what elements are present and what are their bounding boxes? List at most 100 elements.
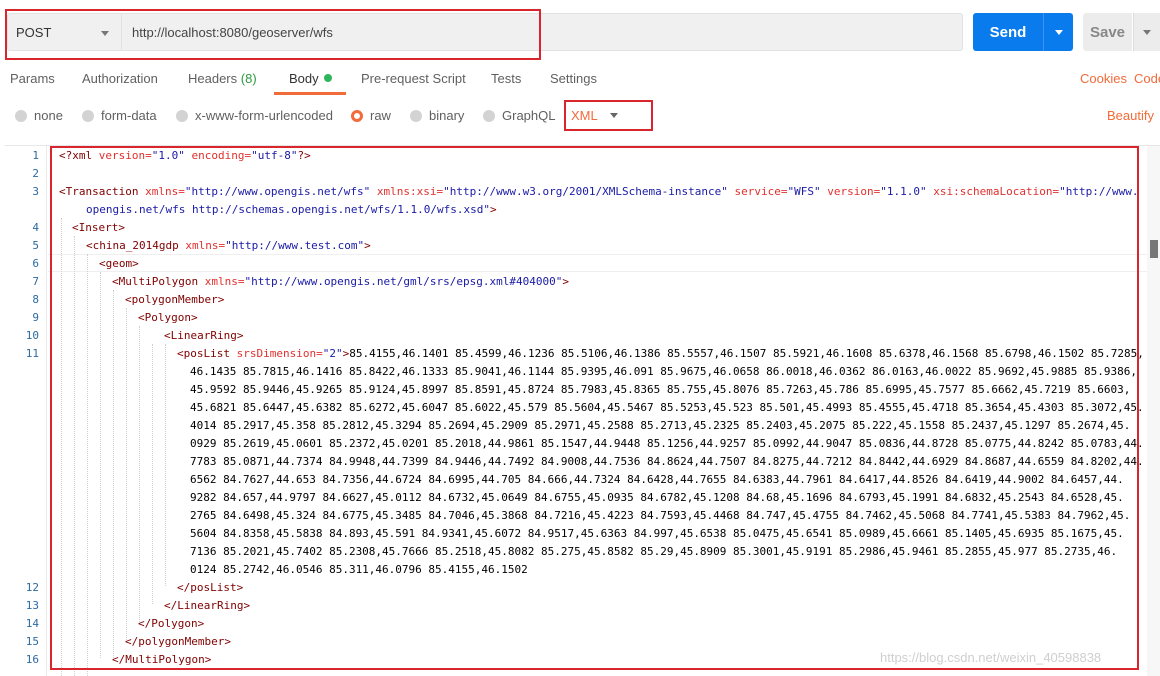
- radio-label: raw: [370, 108, 391, 123]
- tab-label: Pre-request Script: [361, 71, 466, 86]
- radio-label: none: [34, 108, 63, 123]
- indent-guide: [139, 326, 140, 622]
- code-line-polygon-member: <polygonMember>: [125, 293, 225, 306]
- indent-guide: [87, 254, 88, 676]
- code-line-coords: 45.9592 85.9446,45.9265 85.9124,45.8997 …: [190, 383, 1131, 396]
- radio-label: x-www-form-urlencoded: [195, 108, 333, 123]
- tab-params[interactable]: Params: [10, 71, 55, 86]
- radio-none[interactable]: none: [15, 108, 63, 123]
- editor-scrollbar[interactable]: [1147, 146, 1160, 676]
- code-line-polygon-member-close: </polygonMember>: [125, 635, 231, 648]
- tab-headers[interactable]: Headers (8): [188, 71, 257, 86]
- tab-settings[interactable]: Settings: [550, 71, 597, 86]
- cookies-link[interactable]: Cookies: [1080, 71, 1127, 86]
- tab-label: Params: [10, 71, 55, 86]
- indent-guide: [152, 344, 153, 604]
- code-line-xml-declaration: <?xml version="1.0" encoding="utf-8"?>: [59, 149, 311, 162]
- indent-guide: [126, 308, 127, 640]
- line-number: 4: [32, 221, 39, 234]
- method-label: POST: [16, 24, 52, 40]
- tab-authorization[interactable]: Authorization: [82, 71, 158, 86]
- radio-binary[interactable]: binary: [410, 108, 464, 123]
- tab-tests[interactable]: Tests: [491, 71, 521, 86]
- radio-x-www-form-urlencoded[interactable]: x-www-form-urlencoded: [176, 108, 333, 123]
- save-button[interactable]: Save: [1083, 13, 1132, 51]
- indent-guide: [113, 290, 114, 658]
- code-line-coords: 5604 84.8358,45.5838 84.893,45.591 84.93…: [190, 527, 1124, 540]
- code-line-coords: 46.1435 85.7815,46.1416 85.8422,46.1333 …: [190, 365, 1138, 378]
- tab-body[interactable]: Body: [289, 71, 332, 86]
- line-number: 5: [32, 239, 39, 252]
- line-number: 10: [25, 329, 39, 342]
- line-number: 15: [25, 635, 39, 648]
- save-options-button[interactable]: [1133, 13, 1160, 51]
- radio-icon: [410, 109, 422, 122]
- url-input[interactable]: http://localhost:8080/geoserver/wfs: [121, 13, 963, 51]
- line-number: 12: [25, 581, 39, 594]
- radio-icon: [483, 109, 495, 122]
- line-number: 1: [32, 149, 39, 162]
- code-line-coords: 4014 85.2917,45.358 85.2812,45.3294 85.2…: [190, 419, 1131, 432]
- tab-label: Authorization: [82, 71, 158, 86]
- send-options-button[interactable]: [1043, 13, 1073, 51]
- beautify-link[interactable]: Beautify: [1107, 108, 1154, 123]
- code-line-coords: 7136 85.2021,45.7402 85.2308,45.7666 85.…: [190, 545, 1118, 558]
- code-line-coords: 7783 85.0871,44.7374 84.9948,44.7399 84.…: [190, 455, 1144, 468]
- line-number: 7: [32, 275, 39, 288]
- editor-scrollbar-thumb[interactable]: [1150, 240, 1158, 258]
- radio-icon: [176, 109, 188, 122]
- code-line-insert: <Insert>: [72, 221, 125, 234]
- tab-label: Headers: [188, 71, 238, 86]
- line-number: 3: [32, 185, 39, 198]
- chevron-down-icon: [1054, 29, 1063, 35]
- code-line-transaction: <Transaction xmlns="http://www.opengis.n…: [59, 185, 1139, 198]
- line-number: 14: [25, 617, 39, 630]
- code-line-multipolygon: <MultiPolygon xmlns="http://www.opengis.…: [112, 275, 569, 288]
- code-line-transaction-wrap: opengis.net/wfs http://schemas.opengis.n…: [86, 203, 497, 216]
- code-line-polygon-close: </Polygon>: [138, 617, 205, 630]
- radio-form-data[interactable]: form-data: [82, 108, 157, 123]
- code-line-feature: <china_2014gdp xmlns="http://www.test.co…: [86, 239, 371, 252]
- chevron-down-icon: [1143, 29, 1151, 35]
- code-line-coords: 45.6821 85.6447,45.6382 85.6272,45.6047 …: [190, 401, 1144, 414]
- radio-label: GraphQL: [502, 108, 556, 123]
- indent-guide: [74, 236, 75, 676]
- code-line-coords: 6562 84.7627,44.653 84.7356,44.6724 84.6…: [190, 473, 1124, 486]
- tab-pre-request-script[interactable]: Pre-request Script: [361, 71, 466, 86]
- send-button[interactable]: Send: [973, 13, 1043, 51]
- code-line-polygon: <Polygon>: [138, 311, 198, 324]
- code-line-linear-ring: <LinearRing>: [164, 329, 244, 342]
- tab-label: Body: [289, 71, 319, 86]
- line-number: 16: [25, 653, 39, 666]
- radio-raw[interactable]: raw: [351, 108, 391, 123]
- line-number: 13: [25, 599, 39, 612]
- indent-guide: [100, 272, 101, 658]
- indent-guide: [165, 344, 166, 586]
- watermark: https://blog.csdn.net/weixin_40598838: [880, 650, 1102, 665]
- code-line-multipolygon-close: </MultiPolygon>: [112, 653, 212, 666]
- active-tab-indicator: [274, 92, 346, 95]
- code-line-coords: 0124 85.2742,46.0546 85.311,46.0796 85.4…: [190, 563, 528, 576]
- chevron-down-icon: [101, 31, 109, 36]
- code-line-poslist-close: </posList>: [177, 581, 244, 594]
- headers-count-badge: (8): [240, 71, 257, 86]
- radio-label: binary: [429, 108, 465, 123]
- code-line-coords: 0929 85.2619,45.0601 85.2372,45.0201 85.…: [190, 437, 1144, 450]
- radio-graphql[interactable]: GraphQL: [483, 108, 555, 123]
- raw-language-select[interactable]: XML: [571, 108, 598, 123]
- code-line-coords: 2765 84.6498,45.324 84.6775,45.3485 84.7…: [190, 509, 1131, 522]
- radio-label: form-data: [101, 108, 157, 123]
- radio-icon: [15, 109, 27, 122]
- code-line-coords: 9282 84.657,44.9797 84.6627,45.0112 84.6…: [190, 491, 1124, 504]
- chevron-down-icon: [610, 113, 618, 118]
- body-active-dot-icon: [323, 74, 332, 82]
- tab-label: Settings: [550, 71, 597, 86]
- line-number: 8: [32, 293, 39, 306]
- indent-guide: [61, 218, 62, 676]
- line-number: 11: [25, 347, 39, 360]
- code-line-poslist: <posList srsDimension="2">85.4155,46.140…: [177, 347, 1144, 360]
- line-number: 9: [32, 311, 39, 324]
- radio-selected-icon: [351, 109, 363, 122]
- code-link[interactable]: Code: [1134, 71, 1160, 86]
- method-select[interactable]: POST: [7, 13, 121, 51]
